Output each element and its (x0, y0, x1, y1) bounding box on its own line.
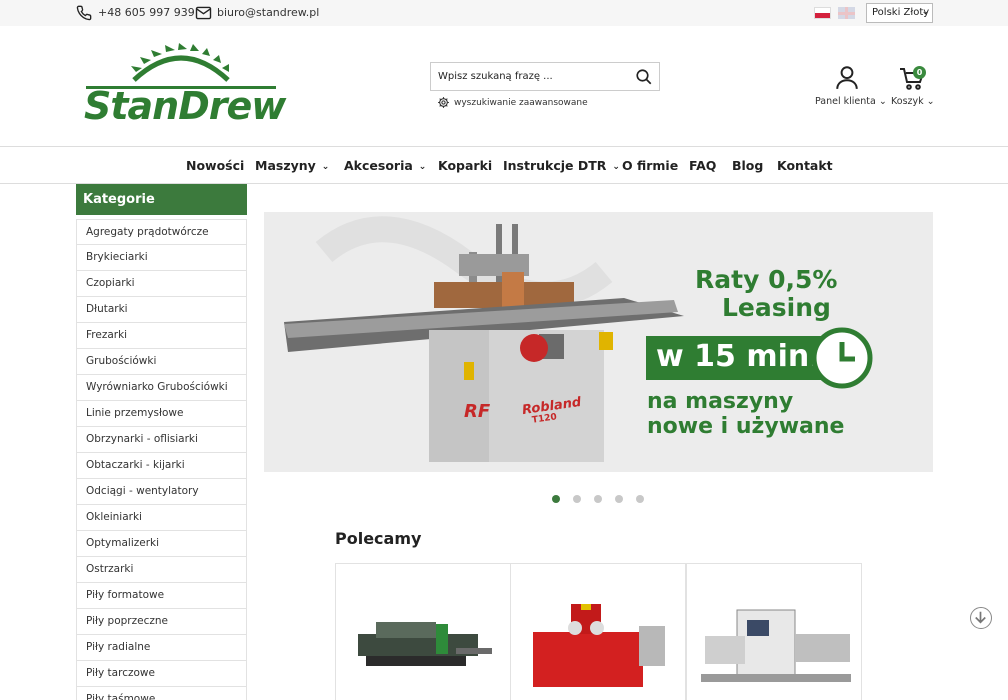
banner-heading-2: Leasing (722, 293, 831, 322)
category-item[interactable]: Wyrówniarko Grubościówki (76, 375, 247, 401)
top-bar: +48 605 997 939 biuro@standrew.pl Polski… (0, 0, 1008, 26)
category-list: Agregaty prądotwórcze Brykieciarki Czopi… (76, 219, 247, 700)
banner-heading-1: Raty 0,5% (695, 265, 838, 294)
category-item[interactable]: Piły poprzeczne (76, 609, 247, 635)
category-item[interactable]: Ostrzarki (76, 557, 247, 583)
category-item[interactable]: Frezarki (76, 323, 247, 349)
category-item[interactable]: Czopiarki (76, 271, 247, 297)
search-box (430, 62, 660, 91)
search-input[interactable] (431, 63, 631, 90)
nav-item-blog[interactable]: Blog (732, 158, 763, 173)
banner-subline-1: na maszyny (647, 389, 794, 414)
nav-item-nowosci[interactable]: Nowości (186, 158, 244, 173)
nav-label: Maszyny (255, 158, 316, 173)
cart-count-badge: 0 (913, 66, 926, 79)
nav-label: Nowości (186, 158, 245, 173)
categories-heading: Kategorie (76, 184, 247, 215)
category-item[interactable]: Brykieciarki (76, 245, 247, 271)
slide-dot[interactable] (573, 495, 581, 503)
currency-select[interactable]: Polski Złoty ⌄ (866, 3, 933, 23)
chevron-down-icon: ⌄ (921, 7, 929, 17)
nav-label: Koparki (438, 158, 493, 173)
advanced-search-link[interactable]: wyszukiwanie zaawansowane (437, 96, 588, 109)
product-image (533, 604, 665, 687)
slide-dot[interactable] (594, 495, 602, 503)
customer-panel-label: Panel klienta (815, 96, 876, 107)
chevron-down-icon: ⌄ (321, 162, 330, 172)
nav-item-faq[interactable]: FAQ (689, 158, 716, 173)
search-icon[interactable] (635, 68, 653, 86)
category-item[interactable]: Dłutarki (76, 297, 247, 323)
category-item[interactable]: Obtaczarki - kijarki (76, 453, 247, 479)
nav-label: Kontakt (777, 158, 833, 173)
slide-dot[interactable] (636, 495, 644, 503)
category-item[interactable]: Odciągi - wentylatory (76, 479, 247, 505)
clock-icon (811, 327, 873, 389)
nav-item-o-firmie[interactable]: O firmie (622, 158, 678, 173)
nav-label: FAQ (689, 158, 717, 173)
category-item[interactable]: Piły tarczowe (76, 661, 247, 687)
category-item[interactable]: Optymalizerki (76, 531, 247, 557)
svg-text:RF: RF (464, 401, 491, 422)
nav-label: Akcesoria (344, 158, 413, 173)
recommended-heading: Polecamy (335, 529, 422, 548)
banner-subline-2: nowe i używane (647, 414, 845, 439)
flag-pl-icon[interactable] (814, 7, 831, 19)
chevron-down-icon: ⌄ (418, 162, 427, 172)
nav-label: O firmie (622, 158, 679, 173)
category-item[interactable]: Obrzynarki - oflisiarki (76, 427, 247, 453)
category-item[interactable]: Piły formatowe (76, 583, 247, 609)
cart-label: Koszyk (891, 96, 924, 107)
category-item[interactable]: Agregaty prądotwórcze (76, 219, 247, 245)
phone-link[interactable]: +48 605 997 939 (98, 6, 195, 19)
arrow-down-icon (975, 611, 986, 624)
nav-label: Blog (732, 158, 764, 173)
cart-menu[interactable]: Koszyk ⌄ (891, 96, 935, 107)
nav-item-koparki[interactable]: Koparki (438, 158, 492, 173)
banner-heading-3: w 15 min. (656, 339, 821, 374)
promo-banner[interactable]: RF Robland T120 Raty 0,5% Leasing w 15 m… (264, 212, 933, 472)
product-card[interactable] (686, 563, 862, 700)
advanced-search-label: wyszukiwanie zaawansowane (454, 97, 588, 108)
product-card[interactable] (335, 563, 511, 700)
nav-item-instrukcje-dtr[interactable]: Instrukcje DTR ⌄ (503, 158, 620, 173)
category-item[interactable]: Grubościówki (76, 349, 247, 375)
scroll-down-button[interactable] (970, 607, 992, 629)
category-item[interactable]: Okleiniarki (76, 505, 247, 531)
nav-item-akcesoria[interactable]: Akcesoria ⌄ (344, 158, 426, 173)
nav-item-maszyny[interactable]: Maszyny ⌄ (255, 158, 329, 173)
logo[interactable]: StanDrew (76, 42, 286, 130)
nav-label: Instrukcje DTR (503, 158, 607, 173)
gear-icon (438, 97, 449, 108)
main-nav: Nowości Maszyny ⌄ Akcesoria ⌄ Koparki Inst… (0, 146, 1008, 184)
chevron-down-icon: ⌄ (612, 162, 620, 172)
phone-icon (76, 5, 92, 21)
product-image (358, 622, 492, 666)
banner-pagination (552, 495, 644, 503)
slide-dot[interactable] (552, 495, 560, 503)
user-icon[interactable] (834, 64, 860, 90)
category-item[interactable]: Linie przemysłowe (76, 401, 247, 427)
product-card[interactable] (510, 563, 686, 700)
flag-en-icon[interactable] (838, 7, 855, 19)
mail-icon (195, 6, 212, 20)
email-link[interactable]: biuro@standrew.pl (217, 6, 319, 19)
nav-item-kontakt[interactable]: Kontakt (777, 158, 833, 173)
category-item[interactable]: Piły taśmowe (76, 687, 247, 700)
product-image (701, 609, 851, 682)
customer-panel-menu[interactable]: Panel klienta ⌄ (815, 96, 887, 107)
logo-text: StanDrew (84, 84, 286, 128)
slide-dot[interactable] (615, 495, 623, 503)
category-item[interactable]: Piły radialne (76, 635, 247, 661)
